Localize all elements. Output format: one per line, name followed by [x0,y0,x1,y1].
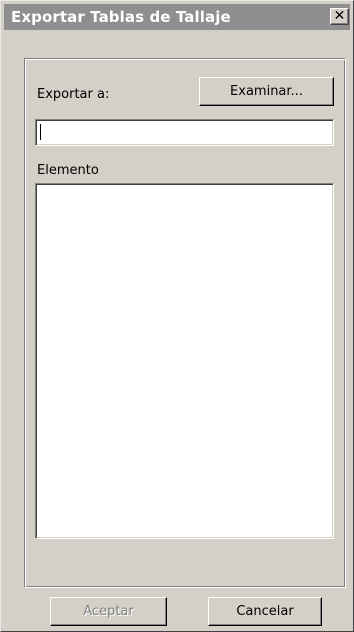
text-caret [40,124,41,140]
title-bar[interactable]: Exportar Tablas de Tallaje ✕ [4,4,350,30]
accept-button[interactable]: Aceptar [50,597,167,626]
export-path-input[interactable] [35,119,334,146]
element-label: Elemento [37,163,99,178]
window-title: Exportar Tablas de Tallaje [11,8,231,26]
export-dialog: Exportar Tablas de Tallaje ✕ Exportar a:… [0,0,354,632]
browse-button[interactable]: Examinar... [199,77,334,106]
export-to-label: Exportar a: [37,87,110,102]
cancel-button[interactable]: Cancelar [208,597,322,626]
element-list[interactable] [35,183,334,539]
close-icon[interactable]: ✕ [330,8,349,25]
